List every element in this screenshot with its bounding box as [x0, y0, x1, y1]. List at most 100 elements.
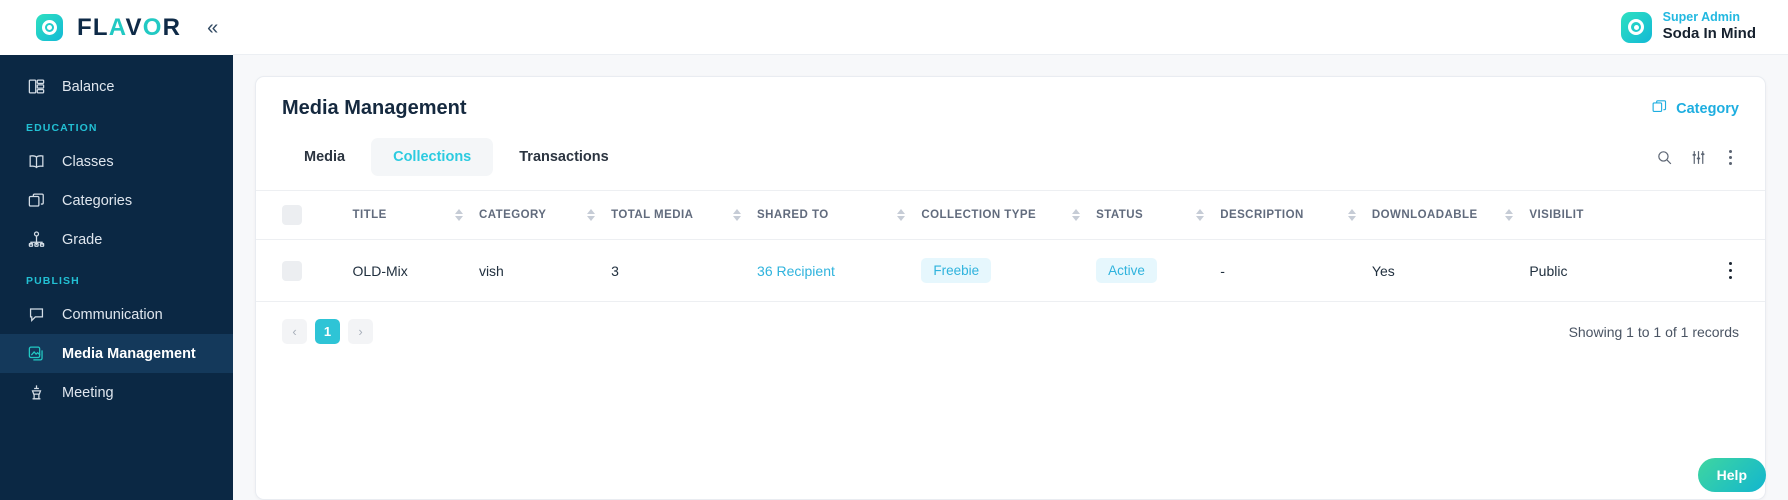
brand-wordmark: FLAVOR — [77, 13, 182, 41]
category-button[interactable]: Category — [1651, 98, 1739, 119]
tab-collections[interactable]: Collections — [371, 138, 494, 176]
sliders-icon[interactable] — [1690, 149, 1707, 166]
sidebar-item-label: Grade — [62, 231, 103, 248]
cell-title: OLD-Mix — [352, 239, 479, 301]
sort-icon[interactable] — [587, 209, 596, 221]
cell-actions — [1695, 239, 1765, 301]
row-select-cell — [256, 239, 353, 301]
sidebar-item-grade[interactable]: Grade — [0, 220, 233, 259]
th-label: COLLECTION TYPE — [921, 209, 1037, 221]
table-toolbar — [1656, 148, 1739, 167]
application-root: FLAVOR « Balance EDUCATION Classes Categ… — [0, 0, 1788, 500]
th-label: TOTAL MEDIA — [611, 209, 694, 221]
main-area: Super Admin Soda In Mind Media Managemen… — [233, 0, 1788, 500]
tab-media[interactable]: Media — [282, 138, 367, 176]
sidebar-item-media-management[interactable]: Media Management — [0, 334, 233, 373]
select-all-checkbox[interactable] — [282, 205, 302, 225]
th-downloadable[interactable]: DOWNLOADABLE — [1371, 190, 1530, 240]
sidebar-item-label: Classes — [62, 153, 114, 170]
cell-status: Active — [1096, 239, 1221, 301]
tabs-row: Media Collections Transactions — [256, 124, 1765, 176]
tab-list: Media Collections Transactions — [282, 138, 631, 176]
th-label: SHARED TO — [757, 209, 829, 221]
th-label: CATEGORY — [478, 209, 547, 221]
table-footer: ‹ 1 › Showing 1 to 1 of 1 records — [256, 301, 1765, 361]
th-label: STATUS — [1096, 209, 1144, 221]
th-label: TITLE — [352, 209, 387, 221]
collections-table: TITLE CATEGORY TOTAL MEDIA SHARED TO COL… — [256, 190, 1765, 301]
row-checkbox[interactable] — [282, 260, 302, 281]
th-select-all — [256, 190, 353, 240]
cell-downloadable: Yes — [1371, 239, 1530, 301]
sidebar-item-classes[interactable]: Classes — [0, 142, 233, 181]
card-header: Media Management Category — [256, 77, 1765, 124]
toolbar-kebab-menu-icon[interactable] — [1724, 148, 1737, 167]
sort-icon[interactable] — [1072, 209, 1081, 221]
user-profile-chip[interactable]: Super Admin Soda In Mind — [1620, 9, 1756, 44]
help-button[interactable]: Help — [1697, 458, 1766, 492]
balance-icon — [26, 77, 46, 97]
th-category[interactable]: CATEGORY — [478, 190, 612, 240]
flavor-logo-icon — [36, 14, 63, 41]
chat-icon — [26, 305, 46, 325]
th-description[interactable]: DESCRIPTION — [1220, 190, 1372, 240]
hierarchy-icon — [26, 230, 46, 250]
layers-icon — [26, 191, 46, 211]
sort-icon[interactable] — [1347, 209, 1356, 221]
image-stack-icon — [26, 344, 46, 364]
sidebar-item-label: Balance — [62, 78, 115, 95]
row-kebab-menu-icon[interactable] — [1696, 261, 1765, 280]
sidebar-item-communication[interactable]: Communication — [0, 295, 233, 334]
cell-shared-to: 36 Recipient — [757, 239, 922, 301]
sidebar-item-meeting[interactable]: Meeting — [0, 373, 233, 412]
brand-bar: FLAVOR « — [0, 0, 233, 55]
collection-type-badge: Freebie — [921, 258, 992, 283]
th-actions — [1695, 190, 1765, 240]
sidebar-item-label: Categories — [62, 192, 133, 209]
podium-icon — [26, 383, 46, 403]
topbar: Super Admin Soda In Mind — [233, 0, 1788, 55]
sidebar-collapse-icon[interactable]: « — [207, 18, 218, 38]
media-management-card: Media Management Category Media Collecti… — [255, 76, 1766, 500]
pagination-page-1[interactable]: 1 — [315, 319, 340, 344]
sidebar-item-balance[interactable]: Balance — [0, 67, 233, 106]
table-header-row: TITLE CATEGORY TOTAL MEDIA SHARED TO COL… — [256, 190, 1765, 240]
sort-icon[interactable] — [454, 209, 463, 221]
th-collection-type[interactable]: COLLECTION TYPE — [921, 190, 1097, 240]
th-shared-to[interactable]: SHARED TO — [757, 190, 922, 240]
th-visibility[interactable]: VISIBILIT — [1529, 190, 1696, 240]
th-title[interactable]: TITLE — [352, 190, 479, 240]
sort-icon[interactable] — [897, 209, 906, 221]
user-role: Super Admin — [1662, 9, 1740, 24]
cell-description: - — [1220, 239, 1372, 301]
sort-icon[interactable] — [1505, 209, 1514, 221]
pagination: ‹ 1 › — [282, 319, 373, 344]
th-status[interactable]: STATUS — [1096, 190, 1221, 240]
sidebar-section-education: EDUCATION — [26, 122, 98, 134]
sidebar-section-publish: PUBLISH — [26, 275, 80, 287]
table-row[interactable]: OLD-Mix vish 3 36 Recipient Freebie Acti… — [256, 239, 1765, 301]
tab-transactions[interactable]: Transactions — [497, 138, 630, 176]
search-icon[interactable] — [1656, 149, 1673, 166]
sort-icon[interactable] — [733, 209, 742, 221]
sort-icon[interactable] — [1196, 209, 1205, 221]
th-total-media[interactable]: TOTAL MEDIA — [611, 190, 758, 240]
sidebar: FLAVOR « Balance EDUCATION Classes Categ… — [0, 0, 233, 500]
shared-to-link[interactable]: 36 Recipient — [757, 263, 835, 279]
layers-icon — [1651, 98, 1668, 119]
cell-total-media: 3 — [611, 239, 758, 301]
page-title: Media Management — [282, 97, 467, 119]
sidebar-item-categories[interactable]: Categories — [0, 181, 233, 220]
pagination-prev[interactable]: ‹ — [282, 319, 307, 344]
status-badge: Active — [1096, 258, 1157, 283]
sidebar-item-label: Meeting — [62, 384, 114, 401]
th-label: DESCRIPTION — [1220, 209, 1304, 221]
collections-table-wrapper: TITLE CATEGORY TOTAL MEDIA SHARED TO COL… — [256, 190, 1765, 301]
sidebar-item-label: Media Management — [62, 345, 196, 362]
category-button-label: Category — [1676, 100, 1739, 117]
avatar — [1620, 11, 1652, 43]
pagination-next[interactable]: › — [348, 319, 373, 344]
th-label: DOWNLOADABLE — [1371, 209, 1478, 221]
cell-visibility: Public — [1529, 239, 1696, 301]
th-label: VISIBILIT — [1529, 209, 1584, 221]
